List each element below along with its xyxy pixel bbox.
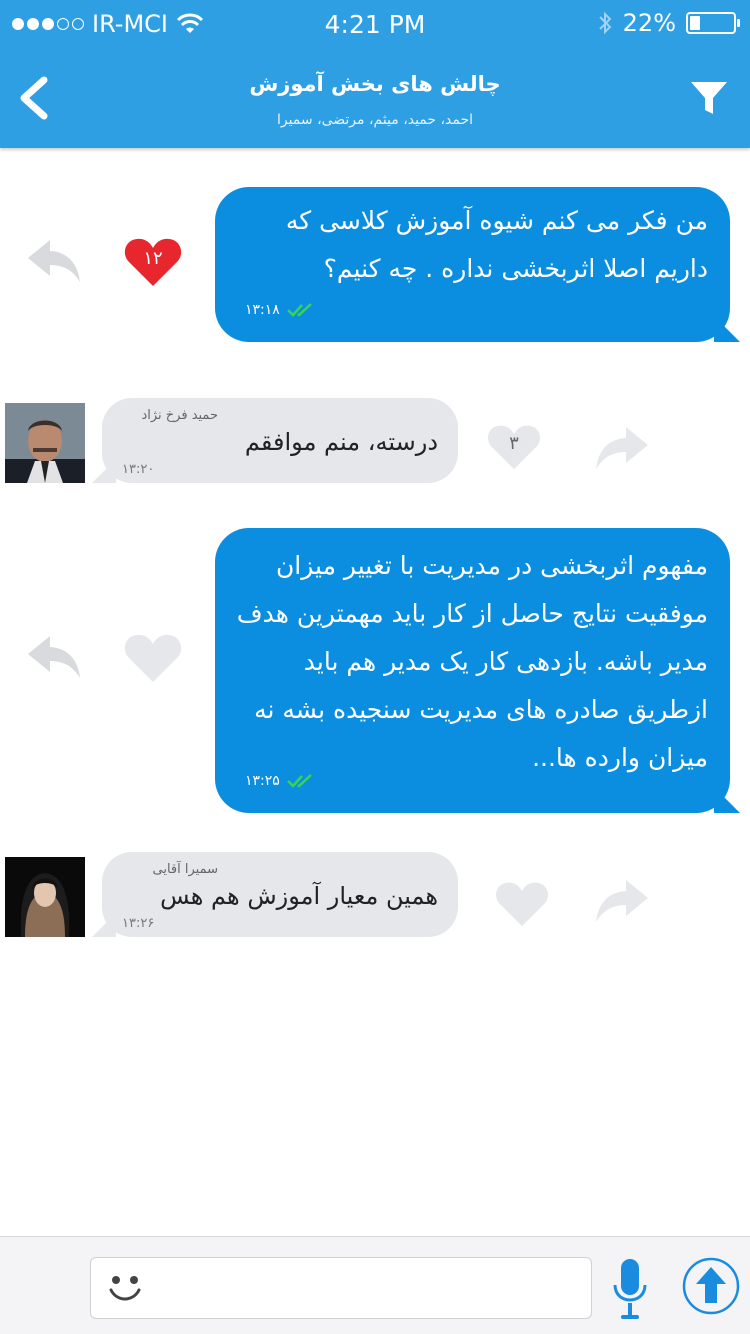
message-input[interactable] — [161, 1258, 581, 1318]
chat-header: چالش های بخش آموزش احمد، حمید، میثم، مرت… — [0, 50, 750, 148]
like-heart-icon[interactable]: ۳ — [486, 423, 542, 471]
message-time: ۱۳:۲۵ — [245, 773, 280, 789]
double-check-icon — [286, 774, 312, 788]
like-heart-icon[interactable] — [494, 880, 550, 928]
like-heart-icon[interactable]: ۱۲ — [124, 236, 182, 288]
message-text: من فکر می کنم شیوه آموزش کلاسی که داریم … — [285, 206, 708, 283]
like-count: ۱۲ — [143, 248, 163, 269]
avatar[interactable] — [5, 403, 85, 483]
message-bubble-outgoing[interactable]: مفهوم اثربخشی در مدیریت با تغییر میزان م… — [215, 528, 730, 813]
message-text: مفهوم اثربخشی در مدیریت با تغییر میزان م… — [236, 551, 708, 772]
composer-bar — [0, 1236, 750, 1334]
battery-icon — [686, 12, 740, 34]
status-bar: IR-MCI 4:21 PM 22% — [0, 0, 750, 50]
reply-icon[interactable] — [26, 236, 82, 284]
send-arrow-icon[interactable] — [682, 1257, 740, 1315]
message-bubble-incoming[interactable]: سمیرا آقایی همین معیار آموزش هم هس ۱۳:۲۶ — [102, 852, 458, 937]
reply-icon[interactable] — [26, 632, 82, 680]
emoji-icon[interactable] — [107, 1272, 143, 1304]
chat-participants: احمد، حمید، میثم، مرتضی، سمیرا — [276, 112, 474, 128]
double-check-icon — [286, 303, 312, 317]
like-count: ۳ — [509, 433, 519, 454]
forward-icon[interactable] — [594, 423, 650, 471]
message-text: درسته، منم موافقم — [244, 428, 438, 456]
battery-percent: 22% — [622, 9, 676, 37]
sender-name: حمید فرخ نژاد — [141, 408, 218, 423]
forward-icon[interactable] — [594, 876, 650, 924]
sender-name: سمیرا آقایی — [152, 862, 219, 877]
filter-icon[interactable] — [690, 80, 728, 116]
microphone-icon[interactable] — [612, 1257, 648, 1321]
message-text: همین معیار آموزش هم هس — [160, 882, 438, 910]
bluetooth-icon — [598, 11, 612, 35]
message-bubble-outgoing[interactable]: من فکر می کنم شیوه آموزش کلاسی که داریم … — [215, 187, 730, 342]
message-time: ۱۳:۲۶ — [122, 916, 155, 931]
message-time: ۱۳:۱۸ — [245, 302, 280, 318]
like-heart-icon[interactable] — [124, 632, 182, 684]
message-time: ۱۳:۲۰ — [122, 462, 155, 477]
message-bubble-incoming[interactable]: حمید فرخ نژاد درسته، منم موافقم ۱۳:۲۰ — [102, 398, 458, 483]
avatar[interactable] — [5, 857, 85, 937]
chat-title: چالش های بخش آموزش — [249, 72, 501, 96]
message-input-container[interactable] — [90, 1257, 592, 1319]
